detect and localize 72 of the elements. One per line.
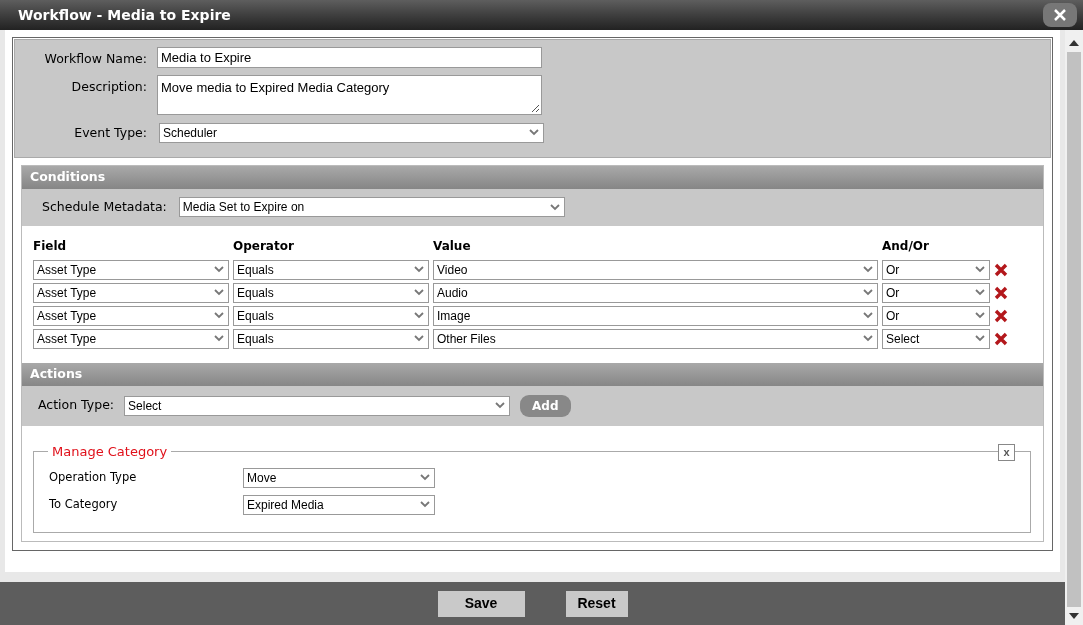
- chevron-down-icon: [863, 289, 873, 297]
- chevron-down-icon: [975, 266, 985, 274]
- dropdown[interactable]: Audio: [433, 282, 878, 303]
- chevron-down-icon: [414, 335, 424, 343]
- field-label: Workflow Name:: [43, 50, 147, 68]
- dropdown[interactable]: Video: [433, 259, 878, 280]
- column-header: Value: [433, 237, 472, 255]
- field-label: Action Type:: [38, 396, 115, 415]
- dropdown[interactable]: Media Set to Expire on: [178, 197, 565, 218]
- column-header: Operator: [233, 237, 295, 255]
- add-button[interactable]: Add: [520, 394, 571, 417]
- chevron-down-icon: [420, 474, 430, 482]
- section-header: Actions: [22, 362, 1043, 386]
- dropdown[interactable]: Asset Type: [33, 305, 229, 326]
- chevron-down-icon: [414, 289, 424, 297]
- scroll-down-icon[interactable]: [1069, 613, 1079, 619]
- chevron-down-icon: [495, 402, 506, 410]
- field-label: Event Type:: [73, 123, 147, 142]
- dropdown[interactable]: Or: [882, 282, 990, 303]
- close-button[interactable]: [1043, 3, 1077, 27]
- chevron-down-icon: [975, 312, 985, 320]
- column-header: And/Or: [882, 237, 930, 255]
- chevron-down-icon: [414, 266, 424, 274]
- dropdown[interactable]: Equals: [233, 305, 429, 326]
- dropdown[interactable]: Move: [243, 467, 435, 488]
- chevron-down-icon: [214, 335, 224, 343]
- chevron-down-icon: [414, 312, 424, 320]
- chevron-down-icon: [863, 335, 873, 343]
- reset-button[interactable]: Reset: [565, 590, 628, 617]
- dropdown[interactable]: Equals: [233, 259, 429, 280]
- delete-icon[interactable]: [994, 308, 1008, 323]
- chevron-down-icon: [214, 289, 224, 297]
- close-icon: [1054, 9, 1066, 21]
- delete-icon[interactable]: [994, 331, 1008, 346]
- chevron-down-icon: [975, 335, 985, 343]
- chevron-down-icon: [420, 501, 430, 509]
- chevron-down-icon: [975, 289, 985, 297]
- dropdown[interactable]: Or: [882, 259, 990, 280]
- window-title: Workflow - Media to Expire: [18, 5, 231, 25]
- dropdown[interactable]: Equals: [233, 282, 429, 303]
- chevron-down-icon: [863, 266, 873, 274]
- scroll-up-icon[interactable]: [1069, 40, 1079, 46]
- remove-button[interactable]: x: [998, 443, 1015, 461]
- dropdown[interactable]: Select: [124, 395, 511, 416]
- chevron-down-icon: [863, 312, 873, 320]
- chevron-down-icon: [529, 129, 539, 137]
- save-button[interactable]: Save: [437, 590, 525, 617]
- dropdown[interactable]: Scheduler: [159, 122, 544, 143]
- dropdown[interactable]: Image: [433, 305, 878, 326]
- dropdown[interactable]: Expired Media: [243, 494, 435, 515]
- dropdown[interactable]: Select: [882, 328, 990, 349]
- field-label: Schedule Metadata:: [42, 197, 167, 216]
- text-field[interactable]: Media to Expire: [157, 47, 542, 68]
- field-label: Description:: [70, 77, 147, 96]
- dropdown[interactable]: Equals: [233, 328, 429, 349]
- section-header: Conditions: [22, 165, 1043, 189]
- column-header: Field: [33, 237, 68, 255]
- dropdown[interactable]: Asset Type: [33, 328, 229, 349]
- dropdown[interactable]: Or: [882, 305, 990, 326]
- delete-icon[interactable]: [994, 285, 1008, 300]
- dropdown[interactable]: Asset Type: [33, 259, 229, 280]
- delete-icon[interactable]: [994, 262, 1008, 277]
- field-label: Operation Type: [49, 469, 138, 487]
- text-area[interactable]: Move media to Expired Media Category: [157, 74, 542, 115]
- dropdown[interactable]: Asset Type: [33, 282, 229, 303]
- chevron-down-icon: [549, 203, 560, 211]
- dropdown[interactable]: Other Files: [433, 328, 878, 349]
- scrollbar-thumb[interactable]: [1067, 52, 1081, 607]
- field-label: To Category: [49, 496, 119, 514]
- chevron-down-icon: [214, 266, 224, 274]
- chevron-down-icon: [214, 312, 224, 320]
- resize-handle-icon[interactable]: [532, 104, 539, 112]
